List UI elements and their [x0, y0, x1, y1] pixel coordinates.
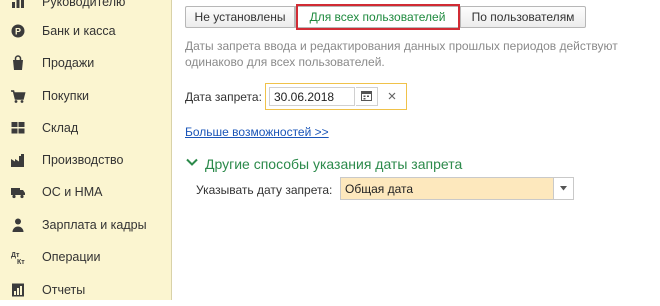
- sidebar-item-sales[interactable]: Продажи: [0, 47, 172, 79]
- calendar-icon: [361, 90, 372, 104]
- chart-icon: [10, 0, 26, 10]
- main-panel: Не установлены Для всех пользователей По…: [172, 0, 660, 300]
- more-options-link[interactable]: Больше возможностей >>: [185, 125, 329, 139]
- clear-button[interactable]: [381, 87, 403, 106]
- tab-all-users[interactable]: Для всех пользователей: [295, 6, 460, 28]
- coin-icon: Р: [10, 23, 26, 39]
- select-value: Общая дата: [345, 182, 414, 196]
- svg-text:Р: Р: [15, 27, 21, 37]
- sidebar-item-bank[interactable]: Р Банк и касса: [0, 15, 172, 47]
- sidebar-item-label: Покупки: [42, 89, 90, 103]
- svg-text:Кт: Кт: [17, 259, 25, 265]
- group-toggle[interactable]: Другие способы указания даты запрета: [185, 155, 462, 172]
- date-method-label: Указывать дату запрета:: [196, 183, 333, 197]
- close-icon: [388, 91, 396, 103]
- sidebar-item-assets[interactable]: ОС и НМА: [0, 176, 172, 208]
- chevron-down-icon: [185, 155, 205, 172]
- sidebar-item-payroll[interactable]: Зарплата и кадры: [0, 209, 172, 241]
- svg-text:Дт: Дт: [11, 252, 20, 259]
- sidebar-item-label: Производство: [42, 153, 124, 167]
- sidebar-item-operations[interactable]: Дт Кт Операции: [0, 241, 172, 273]
- date-method-select[interactable]: Общая дата: [340, 177, 574, 200]
- operations-icon: Дт Кт: [10, 249, 26, 265]
- sidebar-item-label: Операции: [42, 250, 101, 264]
- sidebar-item-purchases[interactable]: Покупки: [0, 80, 172, 112]
- tab-not-set[interactable]: Не установлены: [185, 6, 295, 28]
- bag-icon: [10, 55, 26, 71]
- factory-icon: [10, 152, 26, 168]
- sidebar-item-production[interactable]: Производство: [0, 144, 172, 176]
- dropdown-arrow-icon[interactable]: [553, 178, 573, 199]
- sidebar-item-label: Продажи: [42, 56, 95, 70]
- truck-icon: [10, 184, 26, 200]
- group-title: Другие способы указания даты запрета: [205, 155, 463, 172]
- sidebar-item-label: ОС и НМА: [42, 185, 103, 199]
- report-icon: [10, 282, 26, 298]
- calendar-button[interactable]: [356, 87, 378, 106]
- sidebar-item-reports[interactable]: Отчеты: [0, 274, 172, 306]
- sidebar-item-label: Руководителю: [42, 0, 126, 9]
- sidebar-item-label: Склад: [42, 121, 79, 135]
- date-input[interactable]: [269, 87, 355, 106]
- date-field-container: [265, 83, 407, 110]
- person-icon: [10, 217, 26, 233]
- sidebar: Руководителю Р Банк и касса Продажи Поку…: [0, 0, 172, 300]
- date-field-label: Дата запрета:: [185, 90, 262, 104]
- description-note: Даты запрета ввода и редактирования данн…: [185, 39, 618, 69]
- cart-icon: [10, 88, 26, 104]
- sidebar-item-label: Зарплата и кадры: [42, 218, 147, 232]
- sidebar-item-warehouse[interactable]: Склад: [0, 112, 172, 144]
- grid-icon: [10, 120, 26, 136]
- sidebar-item-label: Отчеты: [42, 283, 86, 297]
- sidebar-item-label: Банк и касса: [42, 24, 116, 38]
- tab-by-user[interactable]: По пользователям: [460, 6, 586, 28]
